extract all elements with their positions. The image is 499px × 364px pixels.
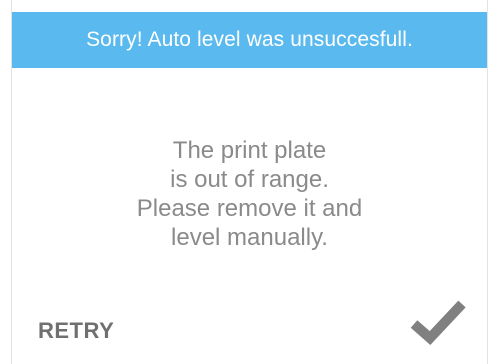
checkmark-icon <box>410 300 466 345</box>
message-line: level manually. <box>171 224 328 251</box>
auto-level-error-dialog: Sorry! Auto level was unsuccesfull. The … <box>11 0 488 364</box>
dialog-header: Sorry! Auto level was unsuccesfull. <box>12 12 487 68</box>
message-line: is out of range. <box>170 166 329 193</box>
confirm-button[interactable] <box>410 296 466 348</box>
message-line: The print plate <box>172 137 327 164</box>
retry-button[interactable]: RETRY <box>38 318 114 344</box>
message-line: Please remove it and <box>136 195 363 222</box>
dialog-title: Sorry! Auto level was unsuccesfull. <box>86 28 413 51</box>
error-message: The print plate is out of range. Please … <box>12 136 487 252</box>
